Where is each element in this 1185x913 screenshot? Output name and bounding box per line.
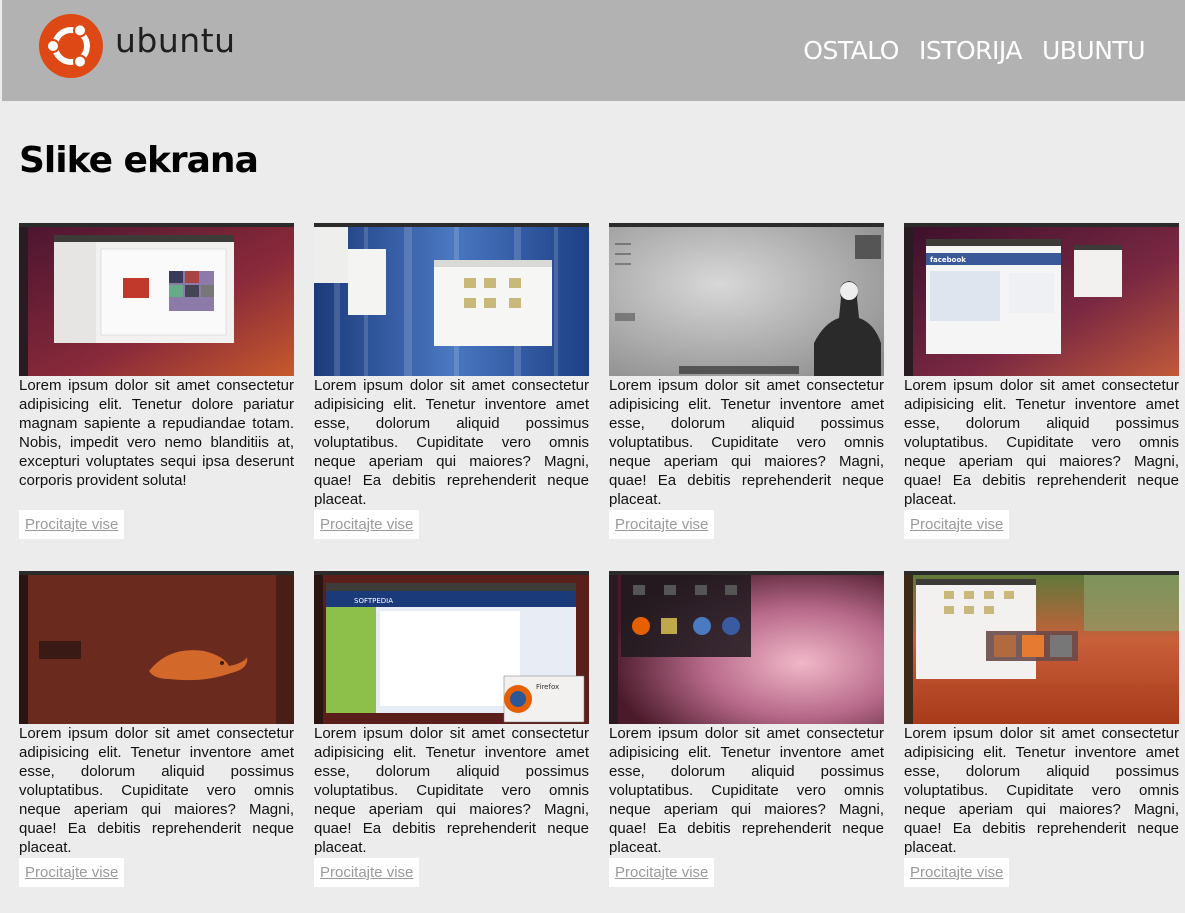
screenshot-thumbnail[interactable] — [19, 571, 294, 724]
screenshot-card: Lorem ipsum dolor sit amet consectetur a… — [609, 571, 884, 891]
screenshot-thumbnail[interactable]: facebook — [904, 223, 1179, 376]
ubuntu-logo-icon — [39, 14, 103, 78]
page-title: Slike ekrana — [19, 140, 259, 181]
nav-ubuntu[interactable]: UBUNTU — [1042, 36, 1146, 65]
screenshot-card: Lorem ipsum dolor sit amet consectetur a… — [314, 223, 589, 543]
card-description: Lorem ipsum dolor sit amet consectetur a… — [314, 377, 589, 508]
screenshot-thumbnail[interactable]: SOFTPEDIA Firefox — [314, 571, 589, 724]
logo[interactable]: ubuntu — [39, 14, 236, 78]
read-more-link[interactable]: Procitajte vise — [904, 510, 1010, 539]
screenshot-card: facebook Lorem ipsum dolor sit amet cons… — [904, 223, 1179, 543]
card-description: Lorem ipsum dolor sit amet consectetur a… — [904, 725, 1179, 856]
firefox-label: Firefox — [536, 683, 559, 691]
card-description: Lorem ipsum dolor sit amet consectetur a… — [904, 377, 1179, 508]
softpedia-label: SOFTPEDIA — [354, 597, 393, 605]
screenshot-card: Lorem ipsum dolor sit amet consectetur a… — [609, 223, 884, 543]
card-description: Lorem ipsum dolor sit amet consectetur a… — [609, 725, 884, 856]
site-header: ubuntu OSTALO ISTORIJA UBUNTU — [2, 0, 1185, 101]
nav-ostalo[interactable]: OSTALO — [803, 36, 899, 65]
screenshot-card: Lorem ipsum dolor sit amet consectetur a… — [904, 571, 1179, 891]
card-description: Lorem ipsum dolor sit amet consectetur a… — [314, 725, 589, 856]
screenshot-thumbnail[interactable] — [609, 223, 884, 376]
screenshot-thumbnail[interactable] — [314, 223, 589, 376]
screenshot-grid: Lorem ipsum dolor sit amet consectetur a… — [19, 223, 1179, 891]
card-description: Lorem ipsum dolor sit amet consectetur a… — [19, 377, 294, 489]
card-description: Lorem ipsum dolor sit amet consectetur a… — [609, 377, 884, 508]
read-more-link[interactable]: Procitajte vise — [19, 510, 125, 539]
screenshot-card: Lorem ipsum dolor sit amet consectetur a… — [19, 223, 294, 543]
screenshot-card: SOFTPEDIA Firefox Lorem ipsum dolor sit … — [314, 571, 589, 891]
screenshot-thumbnail[interactable] — [19, 223, 294, 376]
read-more-link[interactable]: Procitajte vise — [609, 510, 715, 539]
screenshot-card: Lorem ipsum dolor sit amet consectetur a… — [19, 571, 294, 891]
nav-istorija[interactable]: ISTORIJA — [919, 36, 1022, 65]
read-more-link[interactable]: Procitajte vise — [904, 858, 1010, 887]
card-description: Lorem ipsum dolor sit amet consectetur a… — [19, 725, 294, 856]
screenshot-thumbnail[interactable] — [904, 571, 1179, 724]
read-more-link[interactable]: Procitajte vise — [314, 858, 420, 887]
logo-text: ubuntu — [115, 20, 236, 60]
read-more-link[interactable]: Procitajte vise — [609, 858, 715, 887]
read-more-link[interactable]: Procitajte vise — [314, 510, 420, 539]
facebook-label: facebook — [930, 256, 966, 264]
screenshot-thumbnail[interactable] — [609, 571, 884, 724]
main-nav: OSTALO ISTORIJA UBUNTU — [803, 36, 1145, 65]
read-more-link[interactable]: Procitajte vise — [19, 858, 125, 887]
